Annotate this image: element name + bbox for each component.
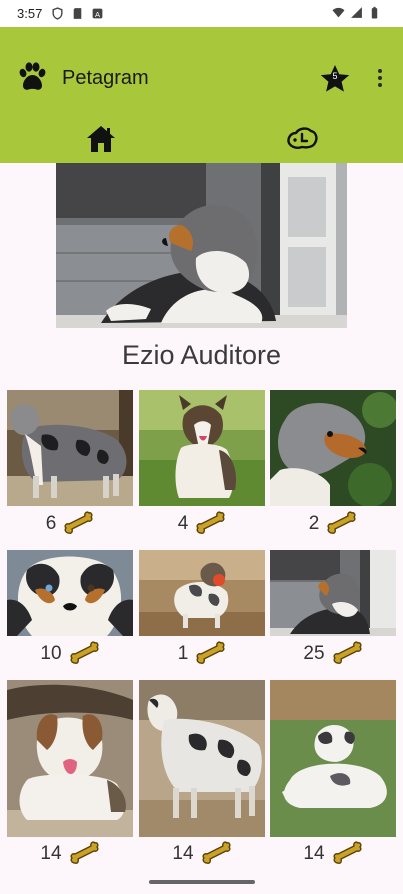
bone-icon[interactable]	[331, 641, 363, 667]
like-count: 14	[172, 843, 194, 864]
bone-icon[interactable]	[331, 841, 363, 867]
photo-card[interactable]: 6	[7, 390, 133, 534]
favorites-button[interactable]: 5	[319, 63, 351, 95]
app-title: Petagram	[62, 67, 149, 89]
gesture-nav-handle[interactable]	[149, 880, 255, 884]
like-rating: 4	[139, 511, 265, 537]
app-bar: Petagram 5	[0, 27, 403, 163]
like-rating: 14	[7, 841, 133, 867]
photo	[7, 550, 133, 636]
photo-card[interactable]: 14	[139, 680, 265, 864]
like-count: 2	[308, 513, 320, 534]
photo	[270, 390, 396, 506]
like-count: 1	[177, 643, 189, 664]
photo-card[interactable]: 14	[7, 680, 133, 864]
signal-icon	[351, 7, 362, 18]
photo	[139, 390, 265, 506]
bone-icon[interactable]	[68, 841, 100, 867]
like-rating: 1	[139, 641, 265, 667]
bone-icon[interactable]	[62, 511, 94, 537]
photo	[270, 680, 396, 837]
battery-icon	[371, 6, 378, 19]
bone-icon[interactable]	[200, 841, 232, 867]
app-notification-icon: A	[92, 8, 103, 19]
like-count: 14	[40, 843, 62, 864]
like-rating: 25	[270, 641, 396, 667]
like-count: 25	[303, 643, 325, 664]
favorites-count: 5	[332, 71, 338, 81]
like-rating: 2	[270, 511, 396, 537]
photo-card[interactable]: 14	[270, 680, 396, 864]
photo	[270, 550, 396, 636]
photo-card[interactable]: 4	[139, 390, 265, 534]
tab-home[interactable]	[0, 119, 201, 159]
photo-card[interactable]: 10	[7, 550, 133, 664]
more-vert-icon[interactable]	[374, 69, 386, 91]
like-rating: 14	[270, 841, 396, 867]
photo-card[interactable]: 25	[270, 550, 396, 664]
paw-icon	[19, 62, 46, 90]
shield-icon	[52, 7, 63, 20]
dog-profile-icon	[286, 127, 318, 149]
like-count: 4	[177, 513, 189, 534]
tab-profile[interactable]	[201, 119, 402, 159]
photo	[7, 390, 133, 506]
like-count: 10	[40, 643, 62, 664]
like-rating: 6	[7, 511, 133, 537]
status-time: 3:57	[17, 6, 43, 21]
home-icon	[86, 126, 115, 152]
bone-icon[interactable]	[194, 641, 226, 667]
profile-name: Ezio Auditore	[121, 340, 282, 370]
photo	[7, 680, 133, 837]
sd-card-icon	[73, 8, 82, 19]
like-count: 6	[45, 513, 57, 534]
bone-icon[interactable]	[68, 641, 100, 667]
bone-icon[interactable]	[325, 511, 357, 537]
status-bar: 3:57 A	[0, 0, 403, 27]
like-count: 14	[303, 843, 325, 864]
photo-card[interactable]: 2	[270, 390, 396, 534]
photo	[139, 680, 265, 837]
photo-card[interactable]: 1	[139, 550, 265, 664]
wifi-icon	[332, 7, 345, 18]
like-rating: 10	[7, 641, 133, 667]
photo	[139, 550, 265, 636]
hero-photo	[56, 163, 347, 328]
like-rating: 14	[139, 841, 265, 867]
bone-icon[interactable]	[194, 511, 226, 537]
